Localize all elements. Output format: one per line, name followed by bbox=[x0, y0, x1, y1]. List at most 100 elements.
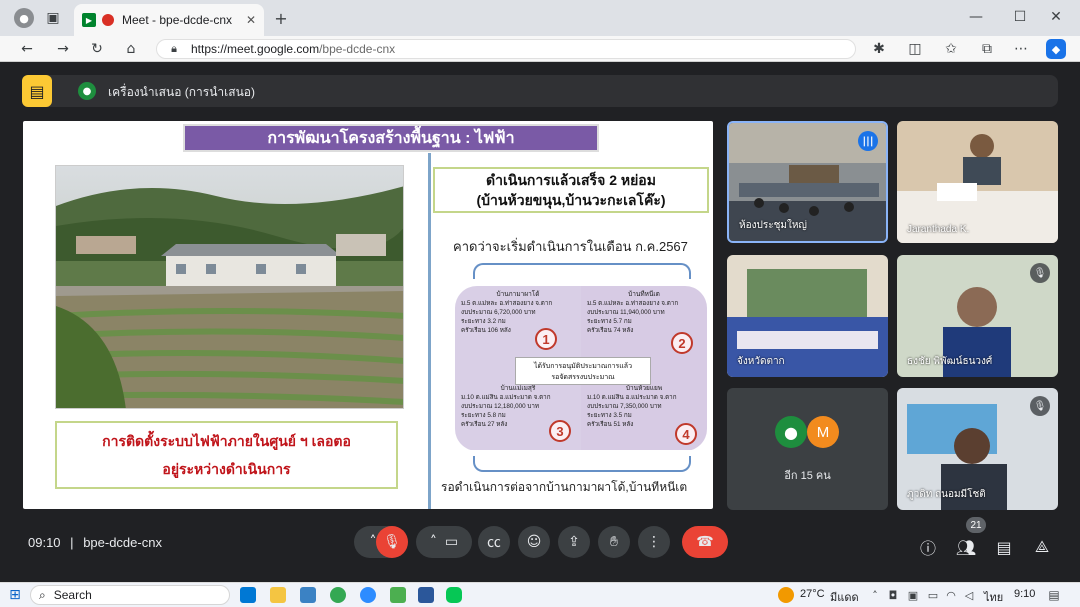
captions-icon: ㏄ bbox=[487, 535, 501, 551]
completed-line2: (บ้านห้วยขนุน,บ้านวะกะเลโค๊ะ) bbox=[476, 192, 666, 208]
refresh-icon[interactable]: ↻ bbox=[88, 40, 106, 58]
word-icon[interactable] bbox=[418, 587, 434, 603]
emoji-icon: ☺ bbox=[526, 534, 542, 550]
present-button[interactable]: ⇪ bbox=[558, 526, 590, 558]
mic-off-icon: 🎙︎ bbox=[383, 534, 401, 550]
tray-icon[interactable]: ◘ bbox=[886, 587, 900, 603]
participant-tile-jaranthada[interactable]: Jaranthada K. bbox=[897, 121, 1058, 243]
camera-toggle-button[interactable]: ˄ ▭ bbox=[416, 526, 472, 558]
chrome-icon[interactable] bbox=[330, 587, 346, 603]
quadrant-number-4: 4 bbox=[675, 423, 697, 445]
edge-icon[interactable] bbox=[240, 587, 256, 603]
notifications-icon[interactable]: ▤ bbox=[1046, 586, 1062, 604]
chat-button[interactable]: ▤ bbox=[992, 535, 1016, 559]
chat-icon: ▤ bbox=[996, 537, 1012, 557]
wifi-icon[interactable]: ◠ bbox=[944, 587, 958, 603]
file-explorer-icon[interactable] bbox=[270, 587, 286, 603]
site-photo bbox=[55, 165, 404, 409]
participant-tile-tak[interactable]: จังหวัดตาก bbox=[727, 255, 888, 377]
favorites-icon[interactable]: ✩ bbox=[942, 40, 960, 58]
participant-tile-meeting-room[interactable]: ||| ห้องประชุมใหญ่ bbox=[727, 121, 888, 243]
more-options-button[interactable]: ⋮ bbox=[638, 526, 670, 558]
completed-box: ดำเนินการแล้วเสร็จ 2 หย่อม (บ้านห้วยขนุน… bbox=[433, 167, 709, 213]
captions-button[interactable]: ㏄ bbox=[478, 526, 510, 558]
volume-icon[interactable]: ◁ bbox=[962, 587, 976, 603]
tab-actions-icon[interactable]: ▣ bbox=[44, 9, 62, 27]
close-window-icon[interactable]: ✕ bbox=[1046, 8, 1066, 26]
participant-name: ภูวดิท ถนอมมีโชติ bbox=[907, 489, 986, 500]
recording-icon bbox=[102, 14, 114, 26]
minimize-icon[interactable]: — bbox=[966, 8, 986, 26]
url-path: /bpe-dcde-cnx bbox=[319, 42, 396, 56]
taskbar-search[interactable]: ⌕ Search bbox=[30, 585, 230, 605]
meet-favicon-icon: ▶ bbox=[82, 13, 96, 27]
brace-bottom bbox=[473, 456, 691, 472]
split-screen-icon[interactable]: ◫ bbox=[906, 40, 924, 58]
tab-meet[interactable]: ▶ Meet - bpe-dcde-cnx ✕ bbox=[74, 4, 264, 36]
maximize-icon[interactable]: ☐ bbox=[1010, 8, 1030, 26]
participants-count-badge: 21 bbox=[966, 517, 986, 533]
completed-line1: ดำเนินการแล้วเสร็จ 2 หย่อม bbox=[486, 172, 656, 188]
activities-button[interactable]: ⟁ bbox=[1030, 535, 1054, 559]
forward-icon[interactable]: → bbox=[54, 40, 72, 58]
participant-tile-thongchai[interactable]: 🎙︎ ธงชัย พิพัฒน์ธนวงศ์ bbox=[897, 255, 1058, 377]
language-indicator[interactable]: ไทย bbox=[984, 588, 1003, 606]
url-host: https://meet.google.com bbox=[191, 42, 320, 56]
quadrant-number-1: 1 bbox=[535, 328, 557, 350]
zoom-icon[interactable] bbox=[360, 587, 376, 603]
profile-icon[interactable]: ● bbox=[14, 8, 34, 28]
windows-taskbar: ⊞ ⌕ Search 27°C มีแดด ˄ ◘ ▣ ▭ ◠ ◁ ไทย 9:… bbox=[0, 582, 1080, 607]
hangup-icon: ☎︎ bbox=[696, 534, 714, 550]
tray-icon[interactable]: ▣ bbox=[906, 587, 920, 603]
people-button[interactable]: 👥︎ bbox=[954, 535, 978, 559]
browser-tab-bar: ● ▣ ▶ Meet - bpe-dcde-cnx ✕ + — ☐ ✕ bbox=[0, 0, 1080, 36]
back-icon[interactable]: ← bbox=[18, 40, 36, 58]
collections-icon[interactable]: ⧉ bbox=[978, 40, 996, 58]
battery-icon[interactable]: ▭ bbox=[926, 587, 940, 603]
raise-hand-button[interactable]: ✋︎ bbox=[598, 526, 630, 558]
people-icon: 👥︎ bbox=[955, 537, 977, 557]
quadrant-number-2: 2 bbox=[671, 332, 693, 354]
windows-start-icon[interactable]: ⊞ bbox=[6, 586, 24, 604]
weather-desc: มีแดด bbox=[830, 592, 859, 604]
pending-note: รอดำเนินการต่อจากบ้านกามาผาโด้,บ้านทีหนี… bbox=[441, 480, 688, 494]
meeting-time: 09:10 | bpe-dcde-cnx bbox=[28, 535, 162, 550]
mic-toggle-button[interactable]: 🎙︎ bbox=[376, 526, 408, 558]
app-q-icon[interactable] bbox=[390, 587, 406, 603]
slide-divider bbox=[428, 153, 431, 509]
reactions-button[interactable]: ☺ bbox=[518, 526, 550, 558]
mail-icon[interactable] bbox=[300, 587, 316, 603]
leave-call-button[interactable]: ☎︎ bbox=[682, 526, 728, 558]
brace-top bbox=[473, 263, 691, 279]
weather-sun-icon[interactable] bbox=[778, 587, 794, 603]
speaking-indicator-icon: ||| bbox=[858, 131, 878, 151]
quadrant-number-3: 3 bbox=[549, 420, 571, 442]
quadrant-1: บ้านกามาผาโด้ ม.5 ต.แม่หละ อ.ท่าสองยาง จ… bbox=[455, 286, 581, 368]
new-tab-icon[interactable]: + bbox=[272, 9, 290, 28]
more-icon[interactable]: ⋯ bbox=[1012, 40, 1030, 58]
participant-tile-others[interactable]: ● M อีก 15 คน bbox=[727, 388, 888, 510]
meeting-info-button[interactable]: ⓘ bbox=[916, 535, 940, 559]
lock-icon[interactable]: 🔒︎ bbox=[167, 42, 181, 56]
presentation-icon[interactable]: ▤ bbox=[22, 75, 52, 107]
participant-tile-phuwadit[interactable]: 🎙︎ ภูวดิท ถนอมมีโชติ bbox=[897, 388, 1058, 510]
meeting-controls: 09:10 | bpe-dcde-cnx ˄ 🎙︎ ˄ ▭ ㏄ ☺ ⇪ ✋︎ ⋮… bbox=[8, 517, 1072, 573]
taskbar-clock[interactable]: 9:10 bbox=[1014, 588, 1035, 600]
extensions-icon[interactable]: ✱ bbox=[870, 40, 888, 58]
close-tab-icon[interactable]: ✕ bbox=[246, 13, 256, 27]
info-icon: ⓘ bbox=[919, 539, 936, 558]
participant-name: ห้องประชุมใหญ่ bbox=[739, 220, 807, 231]
present-icon: ⇪ bbox=[568, 534, 580, 550]
expected-start-text: คาดว่าจะเริ่มดำเนินการในเดือน ก.ค.2567 bbox=[453, 239, 688, 254]
url-input[interactable]: 🔒︎ https://meet.google.com/bpe-dcde-cnx bbox=[156, 39, 856, 59]
home-icon[interactable]: ⌂ bbox=[122, 40, 140, 58]
meet-stage: ▤ ● เครื่องนำเสนอ (การนำเสนอ) การพัฒนาโค… bbox=[8, 63, 1072, 582]
avatar-m: M bbox=[807, 416, 839, 448]
presenter-avatar: ● bbox=[78, 82, 96, 100]
copilot-icon[interactable]: ◆ bbox=[1046, 39, 1066, 59]
participant-name: ธงชัย พิพัฒน์ธนวงศ์ bbox=[907, 356, 993, 367]
tray-chevron-icon[interactable]: ˄ bbox=[868, 587, 882, 603]
weather-temp: 27°C bbox=[800, 588, 825, 600]
line-icon[interactable] bbox=[446, 587, 462, 603]
tab-title: Meet - bpe-dcde-cnx bbox=[122, 13, 233, 27]
